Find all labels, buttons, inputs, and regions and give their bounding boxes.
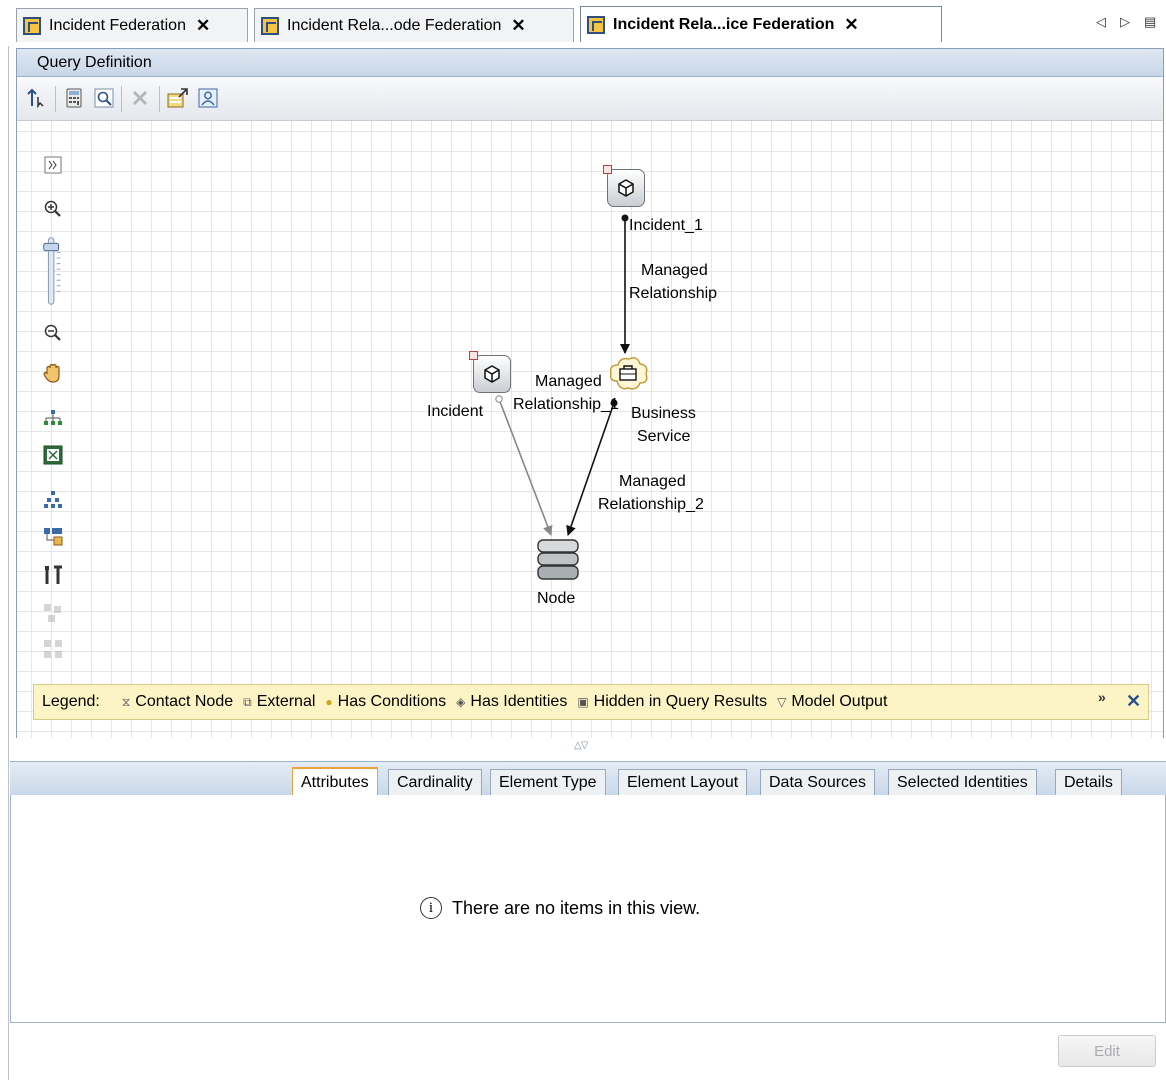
legend-item-hidden: ▣ Hidden in Query Results xyxy=(577,693,768,710)
delete-icon[interactable] xyxy=(129,87,151,109)
properties-icon[interactable] xyxy=(167,87,189,109)
legend-bar: Legend: ⧖ Contact Node ⧉ External ● Has Con… xyxy=(33,684,1149,720)
edge-label: Relationship_1 xyxy=(513,396,619,413)
business-service-icon xyxy=(609,357,648,390)
identity-icon[interactable] xyxy=(197,87,219,109)
edge-label: Managed xyxy=(535,373,602,390)
editor-tab-bar: Incident Federation ✕ Incident Rela...od… xyxy=(0,0,1166,46)
legend-title: Legend: xyxy=(42,693,100,710)
node-label: Node xyxy=(537,590,576,607)
info-icon: i xyxy=(420,897,442,919)
tab-details[interactable]: Details xyxy=(1055,769,1122,796)
server-icon xyxy=(537,539,579,580)
edge-managed-relationship-2[interactable] xyxy=(566,402,615,536)
business-service-node[interactable] xyxy=(607,353,649,395)
external-icon: ⧉ xyxy=(243,694,252,709)
identity-icon: ◈ xyxy=(456,695,466,709)
edit-button[interactable]: Edit xyxy=(1058,1035,1156,1067)
external-marker-icon xyxy=(603,165,612,174)
query-toolbar xyxy=(17,77,1163,121)
legend-item-contact-node: ⧖ Contact Node xyxy=(121,693,234,710)
edge-label: Relationship xyxy=(629,285,718,302)
edge-label: Relationship_2 xyxy=(598,496,704,513)
edge-label: Managed xyxy=(619,473,686,490)
tab-attributes[interactable]: Attributes xyxy=(292,767,378,796)
find-icon[interactable] xyxy=(93,87,115,109)
properties-tab-bar: Attributes Cardinality Element Type Elem… xyxy=(10,761,1166,796)
tab-cardinality[interactable]: Cardinality xyxy=(388,769,482,796)
close-legend-icon[interactable]: ✕ xyxy=(1126,691,1141,712)
legend-item-has-conditions: ● Has Conditions xyxy=(325,693,447,710)
splitter-handle[interactable]: △▽ xyxy=(574,740,588,751)
tab-incident-federation[interactable]: Incident Federation ✕ xyxy=(16,8,248,42)
tab-element-type[interactable]: Element Type xyxy=(490,769,606,796)
cube-icon xyxy=(484,365,500,383)
panel-title: Query Definition xyxy=(17,49,1163,77)
calculator-icon[interactable] xyxy=(63,87,85,109)
close-tab-icon[interactable]: ✕ xyxy=(196,16,210,36)
window-left-border xyxy=(8,0,9,1080)
empty-state-message: There are no items in this view. xyxy=(452,897,701,918)
legend-item-external: ⧉ External xyxy=(243,693,316,710)
tab-label: Incident Rela...ice Federation xyxy=(613,15,835,33)
tab-list-icon[interactable]: ▤ xyxy=(1144,14,1156,30)
empty-state: i There are no items in this view. xyxy=(420,897,700,919)
edge-label: Managed xyxy=(641,262,708,279)
tab-data-sources[interactable]: Data Sources xyxy=(760,769,875,796)
query-definition-panel: Query Definition Incident_1 Incident Bus… xyxy=(16,48,1164,738)
condition-icon: ● xyxy=(325,695,333,709)
legend-item-has-identities: ◈ Has Identities xyxy=(456,693,568,710)
tab-element-layout[interactable]: Element Layout xyxy=(618,769,748,796)
legend-item-model-output: ▽ Model Output xyxy=(777,693,888,710)
scroll-tabs-right-icon[interactable]: ▷ xyxy=(1120,14,1130,30)
node-label: Incident_1 xyxy=(629,217,703,234)
node-label: Business xyxy=(631,405,696,422)
node-node[interactable] xyxy=(537,539,579,581)
tab-incident-service-federation[interactable]: Incident Rela...ice Federation ✕ xyxy=(580,6,942,42)
hourglass-icon: ⧖ xyxy=(121,694,131,709)
query-icon xyxy=(587,15,605,34)
model-output-icon: ▽ xyxy=(777,695,787,709)
cube-icon xyxy=(618,179,634,197)
external-marker-icon xyxy=(469,351,478,360)
legend-overflow-icon[interactable]: » xyxy=(1098,689,1106,705)
query-canvas[interactable]: Incident_1 Incident Business Service Nod… xyxy=(17,121,1163,738)
node-label: Incident xyxy=(427,403,484,420)
tab-label: Incident Rela...ode Federation xyxy=(287,16,502,34)
graph-edges xyxy=(495,214,630,536)
incident-1-node[interactable] xyxy=(607,169,645,207)
node-label: Service xyxy=(637,428,691,445)
query-icon xyxy=(23,16,41,35)
close-tab-icon[interactable]: ✕ xyxy=(511,16,525,36)
query-icon xyxy=(261,16,279,35)
scroll-tabs-left-icon[interactable]: ◁ xyxy=(1096,14,1106,30)
tab-incident-node-federation[interactable]: Incident Rela...ode Federation ✕ xyxy=(254,8,574,42)
edge-managed-relationship-1[interactable] xyxy=(498,398,553,536)
pointer-icon[interactable] xyxy=(25,87,47,109)
tab-label: Incident Federation xyxy=(49,16,186,34)
incident-node[interactable] xyxy=(473,355,511,393)
close-tab-icon[interactable]: ✕ xyxy=(844,15,858,35)
tab-selected-identities[interactable]: Selected Identities xyxy=(888,769,1037,796)
hidden-icon: ▣ xyxy=(577,695,589,709)
